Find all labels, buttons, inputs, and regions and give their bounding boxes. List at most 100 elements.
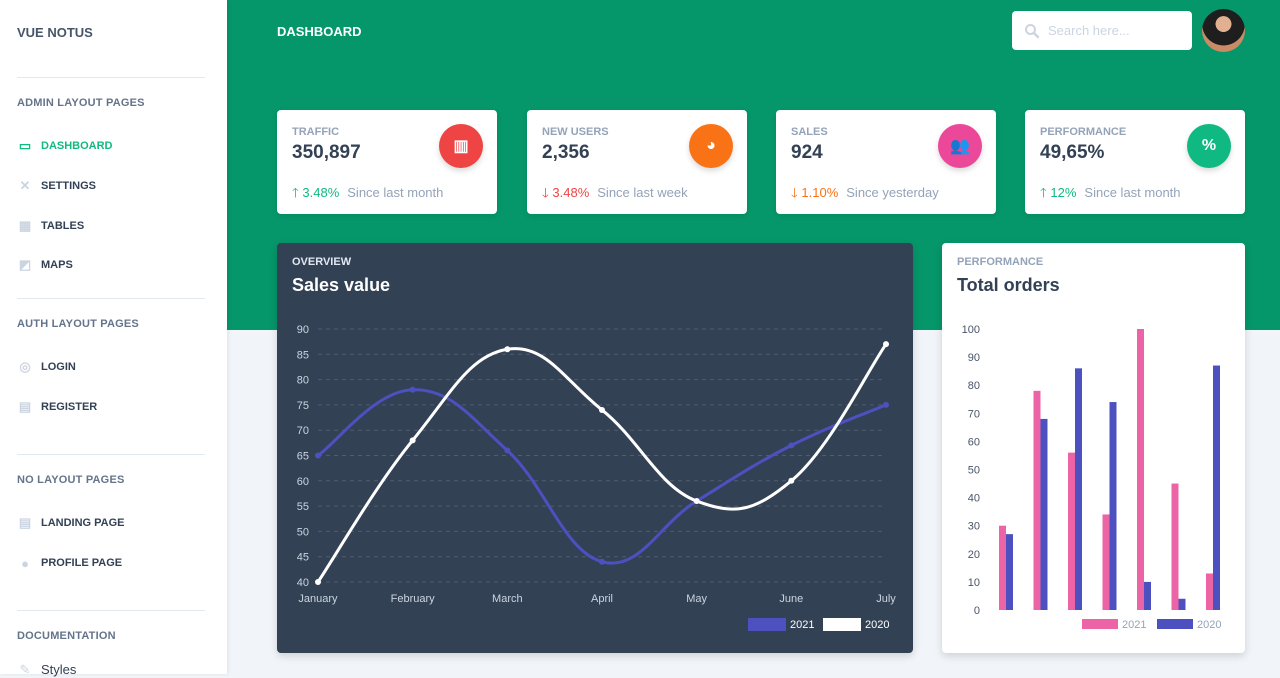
sidebar-section-title: AUTH LAYOUT PAGES [17,318,139,330]
brand-logo[interactable]: VUE NOTUS [17,25,93,40]
data-point [409,437,416,444]
page-title[interactable]: DASHBOARD [277,24,362,39]
paint-brush-icon: ✎ [19,661,31,677]
y-tick-label: 10 [968,577,980,589]
sidebar-item-tables[interactable]: ▦ TABLES [17,218,85,233]
y-tick-label: 40 [968,493,980,505]
bar-2020 [1075,368,1082,610]
data-point [599,406,605,413]
sidebar-item-label: Styles [41,662,77,677]
legend-label: 2021 [1122,619,1146,631]
x-tick-label: May [686,593,707,605]
sidebar-item-settings[interactable]: ✕ SETTINGS [17,178,97,193]
arrow-down-icon: 🡓 [542,185,549,200]
legend-swatch [823,618,861,631]
legend-label: 2020 [865,619,889,631]
data-point [504,346,511,353]
avatar[interactable] [1202,9,1245,52]
sidebar-item-label: LOGIN [41,361,76,373]
stat-label: TRAFFIC [292,126,340,138]
stat-change: 🡑 12% [1040,185,1077,200]
bar-2021 [1102,514,1110,610]
sidebar-divider [17,610,205,611]
stat-label: NEW USERS [542,126,609,138]
tv-icon: ▭ [18,138,32,153]
bar-2021 [1033,390,1041,610]
legend-swatch [748,618,786,631]
stat-since: Since last month [347,185,444,200]
x-tick-label: April [591,593,613,605]
data-point [504,447,511,454]
y-tick-label: 50 [968,465,980,477]
search-box[interactable] [1012,11,1192,50]
sidebar-section-title: ADMIN LAYOUT PAGES [17,97,145,109]
y-tick-label: 60 [968,436,980,448]
stat-card-performance: PERFORMANCE 49,65% % 🡑 12% Since last mon… [1025,110,1245,214]
stat-change: 🡓 1.10% [791,185,839,200]
stat-card-new-users: NEW USERS 2,356 ◕ 🡓 3.48% Since last week [527,110,747,214]
y-tick-label: 45 [297,552,309,564]
users-icon: 👥 [938,124,982,168]
legend-label: 2020 [1197,619,1221,631]
clipboard-list-icon: ▤ [18,399,32,414]
y-tick-label: 80 [297,375,309,387]
fingerprint-icon: ◎ [19,359,31,374]
search-input[interactable] [1048,23,1178,38]
chart-bar-icon: ▥ [439,124,483,168]
x-tick-label: June [779,593,803,605]
y-tick-label: 60 [297,476,309,488]
data-point [315,579,321,585]
y-tick-label: 50 [297,526,309,538]
sidebar-item-label: SETTINGS [41,180,97,192]
y-tick-label: 90 [297,324,309,336]
stat-label: PERFORMANCE [1040,126,1127,138]
sidebar: VUE NOTUS ADMIN LAYOUT PAGES ▭ DASHBOARD ✕ S… [0,0,227,678]
sidebar-item-maps[interactable]: ◩ MAPS [17,257,73,272]
sidebar-item-login[interactable]: ◎ LOGIN [17,359,76,374]
data-point [788,477,795,484]
data-point [599,558,605,565]
stat-since: Since last week [597,185,688,200]
sidebar-item-label: PROFILE PAGE [41,557,123,569]
y-tick-label: 40 [297,577,309,589]
bar-2020 [1178,598,1186,610]
stat-change: 🡓 3.48% [542,185,590,200]
y-tick-label: 85 [297,349,309,361]
line-chart: 40 45 50 55 60 65 70 75 80 85 90 January February Mar… [297,324,896,631]
bar-2021 [1206,573,1213,610]
data-point [693,498,700,505]
stat-value: 924 [791,142,823,163]
bar-2021 [1137,329,1144,610]
tools-icon: ✕ [19,178,31,193]
user-circle-icon: ● [21,555,29,571]
data-point [883,401,889,408]
stat-since: Since last month [1084,185,1181,200]
sidebar-item-profile-page[interactable]: ● PROFILE PAGE [17,555,123,571]
sidebar-item-dashboard[interactable]: ▭ DASHBOARD [17,138,113,153]
bar-2020 [1040,418,1048,610]
sales-value-card: OVERVIEW Sales value 40 45 50 55 60 65 70 75 80 8… [277,243,913,653]
series-line-2021 [317,388,887,565]
total-orders-card: PERFORMANCE Total orders 0 10 20 30 40 50 60 70… [942,243,1245,653]
sidebar-item-landing-page[interactable]: ▤ LANDING PAGE [17,515,125,530]
y-tick-label: 0 [974,605,980,617]
sidebar-item-label: LANDING PAGE [41,517,125,529]
chart-pie-icon: ◕ [689,124,733,168]
y-tick-label: 70 [297,425,309,437]
sidebar-section-title: DOCUMENTATION [17,630,116,642]
sidebar-item-label: TABLES [41,220,85,232]
bar-2021 [999,525,1006,610]
legend-label: 2021 [790,619,814,631]
sidebar-item-register[interactable]: ▤ REGISTER [17,399,98,414]
bar-2020 [1213,365,1220,610]
sidebar-item-styles[interactable]: ✎ Styles [17,661,77,678]
arrow-down-icon: 🡓 [791,185,798,200]
x-tick-label: January [298,593,338,605]
stat-label: SALES [791,126,828,138]
sidebar-item-label: REGISTER [41,401,98,413]
sidebar-divider [17,77,205,78]
bar-2021 [1068,452,1075,610]
x-tick-label: July [876,593,896,605]
sidebar-item-label: MAPS [41,259,73,271]
y-tick-label: 75 [297,400,309,412]
